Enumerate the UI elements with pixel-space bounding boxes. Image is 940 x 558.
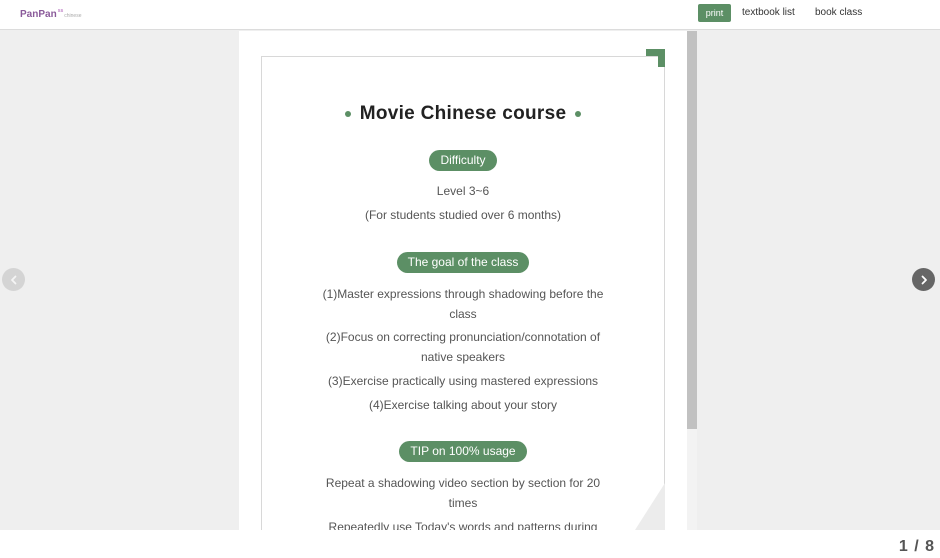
title-dot-icon [344, 111, 351, 117]
difficulty-line: Level 3~6 [436, 184, 490, 198]
goal-line: (1)Master expressions through shadowing … [322, 287, 604, 301]
page-fold-icon [635, 483, 665, 530]
chevron-left-icon [10, 275, 16, 284]
next-page-button[interactable] [912, 268, 935, 291]
goal-line: (2)Focus on correcting pronunciation/con… [325, 330, 601, 344]
footer-bar: 1 / 8 [0, 530, 940, 558]
goal-line: native speakers [420, 350, 506, 364]
goal-badge: The goal of the class [396, 252, 530, 273]
viewer-scrollbar[interactable] [687, 31, 697, 530]
goal-line: (3)Exercise practically using mastered e… [327, 374, 599, 388]
book-class-link[interactable]: book class [815, 6, 862, 20]
page-indicator: 1 / 8 [898, 538, 935, 555]
difficulty-badge: Difficulty [429, 150, 497, 171]
panpan-logo[interactable]: PanPan ss chinese [20, 8, 82, 20]
logo-main: PanPan [20, 9, 57, 20]
tip-line: Repeatedly use Today's words and pattern… [328, 520, 598, 530]
scrollbar-thumb[interactable] [687, 31, 697, 429]
document-viewer: Movie Chinese course Difficulty Level 3~… [239, 31, 687, 530]
textbook-list-link[interactable]: textbook list [742, 6, 795, 20]
page-title: Movie Chinese course [359, 103, 567, 124]
prev-page-button[interactable] [2, 268, 25, 291]
title-dot-icon [575, 111, 582, 117]
goal-section: The goal of the class [239, 252, 687, 273]
top-bar: PanPan ss chinese print textbook list bo… [0, 0, 940, 30]
goal-line: class [449, 307, 477, 321]
tip-section: TIP on 100% usage [239, 441, 687, 462]
logo-sub: chinese [64, 13, 82, 19]
tip-line: Repeat a shadowing video section by sect… [325, 476, 601, 490]
print-button[interactable]: print [698, 4, 731, 22]
difficulty-section: Difficulty [239, 150, 687, 171]
corner-bookmark-icon [646, 49, 665, 67]
chevron-right-icon [921, 275, 927, 284]
difficulty-line: (For students studied over 6 months) [364, 208, 562, 222]
logo-sup: ss [57, 8, 64, 14]
title-row: Movie Chinese course [239, 103, 687, 125]
tip-badge: TIP on 100% usage [399, 441, 527, 462]
goal-line: (4)Exercise talking about your story [368, 398, 558, 412]
tip-line: times [448, 496, 478, 510]
